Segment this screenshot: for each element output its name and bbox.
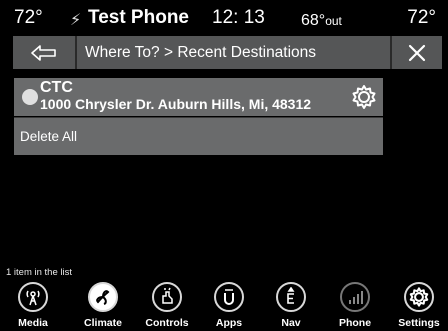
status-bar: 72° ⚡ Test Phone 12: 13 68°out 72°	[0, 0, 448, 34]
connected-phone-name: Test Phone	[88, 7, 189, 28]
delete-all-label: Delete All	[20, 129, 78, 144]
nav-compass-icon	[276, 282, 306, 312]
gear-icon	[352, 85, 376, 109]
nav-item-apps[interactable]: Apps	[200, 280, 258, 331]
header-bar: Where To? > Recent Destinations	[13, 36, 442, 69]
outside-temperature: 68°out	[301, 9, 342, 33]
select-radio[interactable]	[22, 89, 38, 105]
close-icon	[408, 44, 426, 61]
phone-icon	[340, 282, 370, 312]
nav-item-climate[interactable]: Climate	[74, 280, 132, 331]
destination-options-button[interactable]	[350, 83, 378, 111]
breadcrumb: Where To? > Recent Destinations	[85, 44, 317, 61]
usb-icon: ⚡	[70, 12, 82, 29]
clock: 12: 13	[212, 7, 265, 28]
nav-label-nav: Nav	[281, 317, 301, 329]
outside-temperature-value: 68°	[301, 12, 326, 29]
nav-label-settings: Settings	[398, 317, 440, 329]
destination-name: CTC	[40, 79, 73, 96]
bottom-nav: Media Climate Controls Apps Nav Phone Se…	[0, 280, 448, 331]
list-item[interactable]: CTC 1000 Chrysler Dr. Auburn Hills, Mi, …	[14, 78, 383, 116]
controls-icon	[152, 282, 182, 312]
nav-item-settings[interactable]: Settings	[390, 280, 448, 331]
media-icon	[18, 282, 48, 312]
passenger-temperature[interactable]: 72°	[407, 6, 436, 30]
nav-label-apps: Apps	[215, 317, 243, 329]
destination-address: 1000 Chrysler Dr. Auburn Hills, Mi, 4831…	[40, 96, 312, 112]
nav-item-media[interactable]: Media	[4, 280, 62, 331]
back-arrow-icon	[31, 44, 56, 61]
settings-icon	[404, 282, 434, 312]
nav-item-phone[interactable]: Phone	[326, 280, 384, 331]
nav-label-controls: Controls	[145, 317, 189, 329]
outside-label: out	[325, 14, 342, 28]
nav-item-controls[interactable]: Controls	[138, 280, 196, 331]
nav-item-nav[interactable]: Nav	[262, 280, 320, 331]
nav-label-phone: Phone	[338, 317, 372, 329]
apps-icon	[214, 282, 244, 312]
delete-all-button[interactable]: Delete All	[14, 117, 383, 155]
climate-icon	[88, 282, 118, 312]
close-button[interactable]	[390, 36, 442, 69]
driver-temperature[interactable]: 72°	[14, 6, 43, 30]
back-button[interactable]	[13, 36, 77, 69]
nav-label-climate: Climate	[84, 317, 122, 329]
list-count: 1 item in the list	[6, 267, 72, 278]
nav-label-media: Media	[18, 317, 48, 329]
